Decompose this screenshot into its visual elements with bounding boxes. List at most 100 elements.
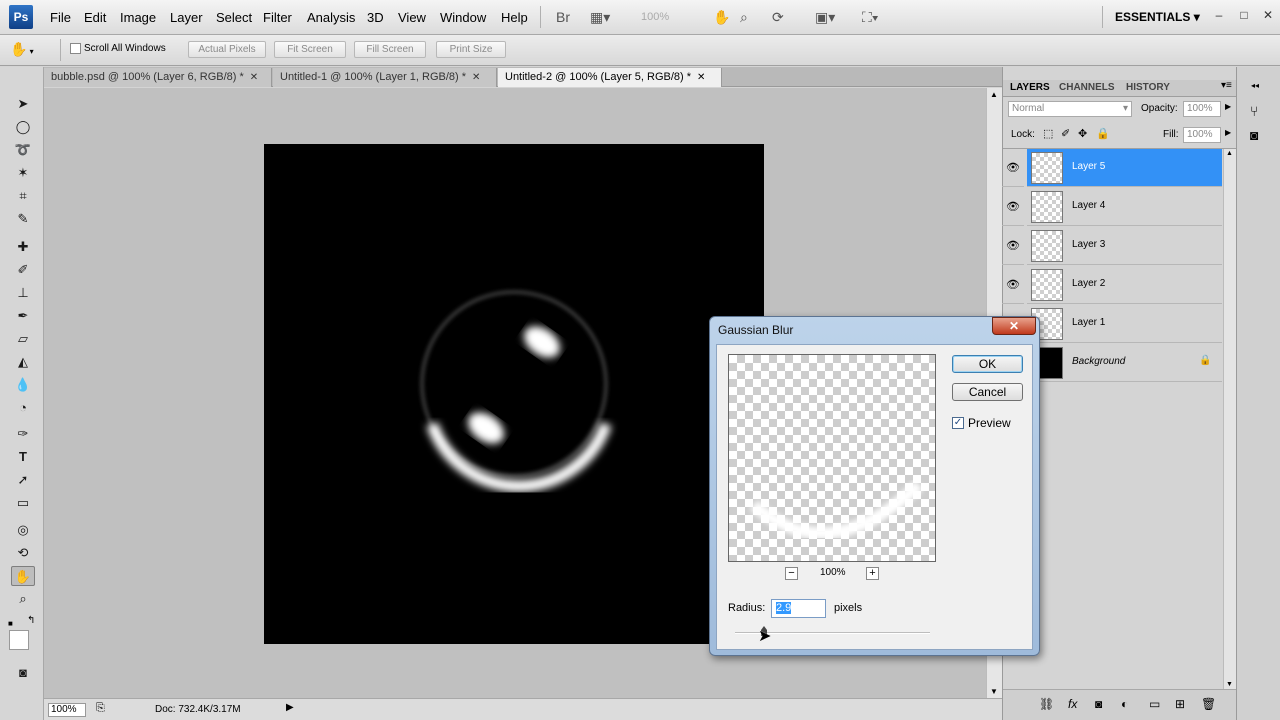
masks-panel-icon[interactable]: ◙ bbox=[1250, 127, 1258, 143]
crop-tool-icon[interactable]: ⌗ bbox=[11, 186, 35, 206]
tool-preset-picker[interactable]: ✋ ▾ bbox=[10, 41, 34, 58]
adjustment-layer-icon[interactable]: ◐ bbox=[1121, 697, 1128, 711]
link-layers-icon[interactable]: ⛓ bbox=[1039, 697, 1054, 711]
status-info-icon[interactable]: ⎘ bbox=[96, 702, 105, 715]
image-canvas[interactable] bbox=[264, 144, 764, 644]
bridge-icon[interactable]: Br bbox=[556, 9, 570, 25]
arrange-documents-icon[interactable]: ▣▾ bbox=[815, 9, 835, 26]
adjustments-panel-icon[interactable]: ⑂ bbox=[1250, 103, 1258, 119]
visibility-eye-icon[interactable]: 👁 bbox=[1002, 188, 1024, 226]
tab-layers[interactable]: LAYERS bbox=[1010, 82, 1050, 93]
clone-stamp-tool-icon[interactable]: ⊥ bbox=[11, 283, 35, 303]
close-tab-icon[interactable]: ✕ bbox=[472, 72, 480, 83]
history-brush-tool-icon[interactable]: ✒ bbox=[11, 306, 35, 326]
scroll-up-icon[interactable]: ▲ bbox=[990, 90, 998, 99]
expand-panels-icon[interactable]: ◂◂ bbox=[1251, 81, 1259, 90]
menu-edit[interactable]: Edit bbox=[84, 10, 106, 25]
tab-untitled-1[interactable]: Untitled-1 @ 100% (Layer 1, RGB/8) * ✕ bbox=[273, 68, 497, 87]
fill-field[interactable]: 100% bbox=[1183, 127, 1221, 143]
lasso-tool-icon[interactable]: ➰ bbox=[11, 140, 35, 160]
check-icon[interactable]: ✓ bbox=[952, 417, 964, 429]
move-tool-icon[interactable]: ➤ bbox=[11, 94, 35, 114]
preview-checkbox[interactable]: ✓ Preview bbox=[952, 416, 1011, 430]
3d-orbit-tool-icon[interactable]: ⟲ bbox=[11, 543, 35, 563]
lock-position-icon[interactable]: ✥ bbox=[1078, 127, 1087, 140]
actual-pixels-button[interactable]: Actual Pixels bbox=[188, 41, 266, 58]
menu-analysis[interactable]: Analysis bbox=[307, 10, 355, 25]
close-button[interactable]: ✕ bbox=[1261, 8, 1275, 22]
tab-channels[interactable]: CHANNELS bbox=[1059, 82, 1115, 93]
foreground-color-swatch[interactable] bbox=[9, 630, 29, 650]
maximize-button[interactable]: □ bbox=[1237, 8, 1251, 22]
default-colors-icon[interactable]: ■ bbox=[8, 619, 13, 628]
menu-window[interactable]: Window bbox=[440, 10, 486, 25]
opacity-slider-arrow-icon[interactable]: ▶ bbox=[1225, 102, 1231, 111]
layer-row-layer-2[interactable]: Layer 2 bbox=[1027, 266, 1222, 304]
layer-style-icon[interactable]: fx bbox=[1068, 697, 1077, 711]
panel-menu-icon[interactable]: ▾≡ bbox=[1221, 80, 1232, 91]
scroll-all-windows-checkbox[interactable]: Scroll All Windows bbox=[70, 43, 166, 54]
scroll-up-icon[interactable]: ▲ bbox=[1226, 150, 1233, 157]
layer-row-background[interactable]: Background 🔒 bbox=[1027, 344, 1222, 382]
shape-tool-icon[interactable]: ▭ bbox=[11, 493, 35, 513]
print-size-button[interactable]: Print Size bbox=[436, 41, 506, 58]
zoom-icon[interactable]: ⌕ bbox=[740, 9, 748, 26]
new-layer-icon[interactable]: ⊞ bbox=[1175, 697, 1185, 711]
screen-mode-icon[interactable]: ⛶▾ bbox=[862, 9, 879, 26]
3d-rotate-tool-icon[interactable]: ◎ bbox=[11, 520, 35, 540]
lock-all-icon[interactable]: 🔒 bbox=[1096, 127, 1110, 140]
new-group-icon[interactable]: ▭ bbox=[1149, 697, 1160, 711]
lock-transparency-icon[interactable]: ⬚ bbox=[1043, 127, 1053, 140]
layer-row-layer-5[interactable]: Layer 5 bbox=[1027, 149, 1222, 187]
tab-untitled-2[interactable]: Untitled-2 @ 100% (Layer 5, RGB/8) * ✕ bbox=[498, 68, 722, 87]
marquee-tool-icon[interactable]: ◯ bbox=[11, 117, 35, 137]
visibility-eye-icon[interactable]: 👁 bbox=[1002, 149, 1024, 187]
visibility-eye-icon[interactable]: 👁 bbox=[1002, 266, 1024, 304]
hand-tool-icon[interactable]: ✋ bbox=[11, 566, 35, 586]
tab-history[interactable]: HISTORY bbox=[1126, 82, 1170, 93]
minimize-button[interactable]: – bbox=[1212, 8, 1226, 22]
layer-row-layer-4[interactable]: Layer 4 bbox=[1027, 188, 1222, 226]
dialog-close-button[interactable]: ✕ bbox=[992, 317, 1036, 335]
path-select-tool-icon[interactable]: ➚ bbox=[11, 470, 35, 490]
blur-preview[interactable] bbox=[728, 354, 936, 562]
zoom-field[interactable]: 100% bbox=[48, 703, 86, 717]
zoom-in-button[interactable]: + bbox=[866, 567, 879, 580]
menu-layer[interactable]: Layer bbox=[170, 10, 203, 25]
menu-view[interactable]: View bbox=[398, 10, 426, 25]
checkbox-box[interactable] bbox=[70, 43, 81, 54]
menu-select[interactable]: Select bbox=[216, 10, 252, 25]
pen-tool-icon[interactable]: ✑ bbox=[11, 424, 35, 444]
dodge-tool-icon[interactable]: ◔ bbox=[11, 398, 35, 418]
paint-bucket-tool-icon[interactable]: ◭ bbox=[11, 352, 35, 372]
delete-layer-icon[interactable]: 🗑 bbox=[1201, 697, 1216, 711]
add-mask-icon[interactable]: ◙ bbox=[1095, 697, 1102, 711]
menu-3d[interactable]: 3D bbox=[367, 10, 384, 25]
visibility-eye-icon[interactable]: 👁 bbox=[1002, 227, 1024, 265]
scroll-down-icon[interactable]: ▼ bbox=[990, 687, 998, 696]
zoom-out-button[interactable]: − bbox=[785, 567, 798, 580]
view-extras-icon[interactable]: ▦▾ bbox=[590, 9, 610, 26]
ok-button[interactable]: OK bbox=[952, 355, 1023, 373]
cancel-button[interactable]: Cancel bbox=[952, 383, 1023, 401]
magic-wand-tool-icon[interactable]: ✶ bbox=[11, 163, 35, 183]
type-tool-icon[interactable]: T bbox=[11, 447, 35, 467]
scroll-down-icon[interactable]: ▼ bbox=[1226, 681, 1233, 688]
radius-input[interactable]: 2.9 bbox=[771, 599, 826, 618]
zoom-level-dropdown[interactable]: 100% bbox=[641, 11, 669, 23]
menu-file[interactable]: File bbox=[50, 10, 71, 25]
menu-filter[interactable]: Filter bbox=[263, 10, 292, 25]
layer-row-layer-1[interactable]: Layer 1 bbox=[1027, 305, 1222, 343]
layers-scrollbar[interactable]: ▲ ▼ bbox=[1223, 149, 1237, 689]
menu-image[interactable]: Image bbox=[120, 10, 156, 25]
eyedropper-tool-icon[interactable]: ✎ bbox=[11, 209, 35, 229]
rotate-view-icon[interactable]: ⟳ bbox=[772, 9, 784, 26]
fill-screen-button[interactable]: Fill Screen bbox=[354, 41, 426, 58]
fit-screen-button[interactable]: Fit Screen bbox=[274, 41, 346, 58]
workspace-switcher[interactable]: ESSENTIALS ▾ bbox=[1115, 10, 1200, 24]
close-tab-icon[interactable]: ✕ bbox=[250, 72, 258, 83]
fill-slider-arrow-icon[interactable]: ▶ bbox=[1225, 128, 1231, 137]
status-menu-arrow-icon[interactable]: ▶ bbox=[286, 702, 294, 713]
eraser-tool-icon[interactable]: ▱ bbox=[11, 329, 35, 349]
layer-row-layer-3[interactable]: Layer 3 bbox=[1027, 227, 1222, 265]
